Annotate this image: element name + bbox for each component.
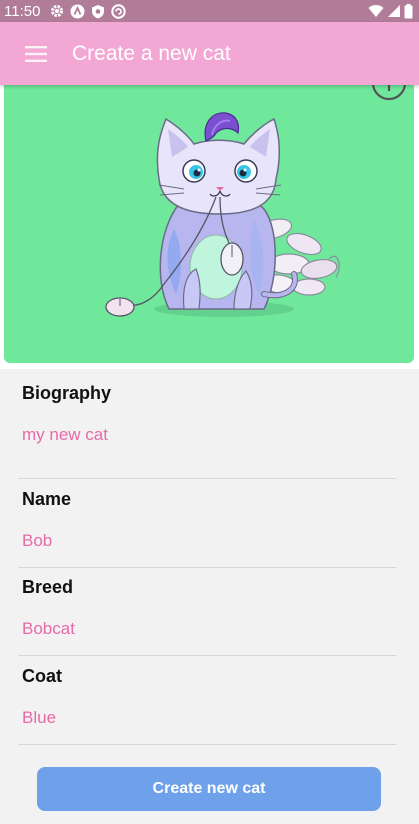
biography-label: Biography [22, 383, 112, 403]
divider [18, 655, 396, 656]
status-notification-icons [50, 3, 127, 19]
breed-label: Breed [22, 577, 74, 597]
hamburger-menu-icon [25, 45, 47, 62]
status-bar: 11:50 [0, 0, 419, 22]
biography-field[interactable]: Biography my new cat [22, 383, 396, 445]
status-time: 11:50 [4, 2, 41, 20]
divider [18, 744, 396, 745]
status-system-icons [368, 3, 413, 19]
breed-field[interactable]: Breed Bobcat [22, 577, 396, 639]
divider [18, 567, 396, 568]
sync-icon [111, 3, 127, 19]
cat-image-area [4, 85, 414, 363]
shield-icon [92, 4, 105, 18]
app-bar: Create a new cat [0, 22, 419, 85]
breed-input[interactable]: Bobcat [22, 619, 396, 639]
add-circle-icon[interactable] [371, 85, 407, 101]
biography-input[interactable]: my new cat [22, 425, 396, 445]
cat-illustration [105, 112, 340, 317]
page-title: Create a new cat [72, 41, 231, 65]
gear-icon [51, 5, 64, 17]
create-cat-button[interactable]: Create new cat [37, 767, 381, 811]
notification-a-icon [70, 4, 85, 18]
coat-input[interactable]: Blue [22, 708, 396, 728]
signal-icon [388, 5, 400, 17]
divider [18, 478, 396, 479]
coat-field[interactable]: Coat Blue [22, 666, 396, 728]
coat-label: Coat [22, 666, 62, 686]
wifi-icon [368, 5, 384, 18]
battery-icon [404, 3, 413, 18]
name-label: Name [22, 489, 72, 509]
name-input[interactable]: Bob [22, 531, 396, 551]
name-field[interactable]: Name Bob [22, 489, 396, 551]
menu-button[interactable] [0, 22, 72, 85]
